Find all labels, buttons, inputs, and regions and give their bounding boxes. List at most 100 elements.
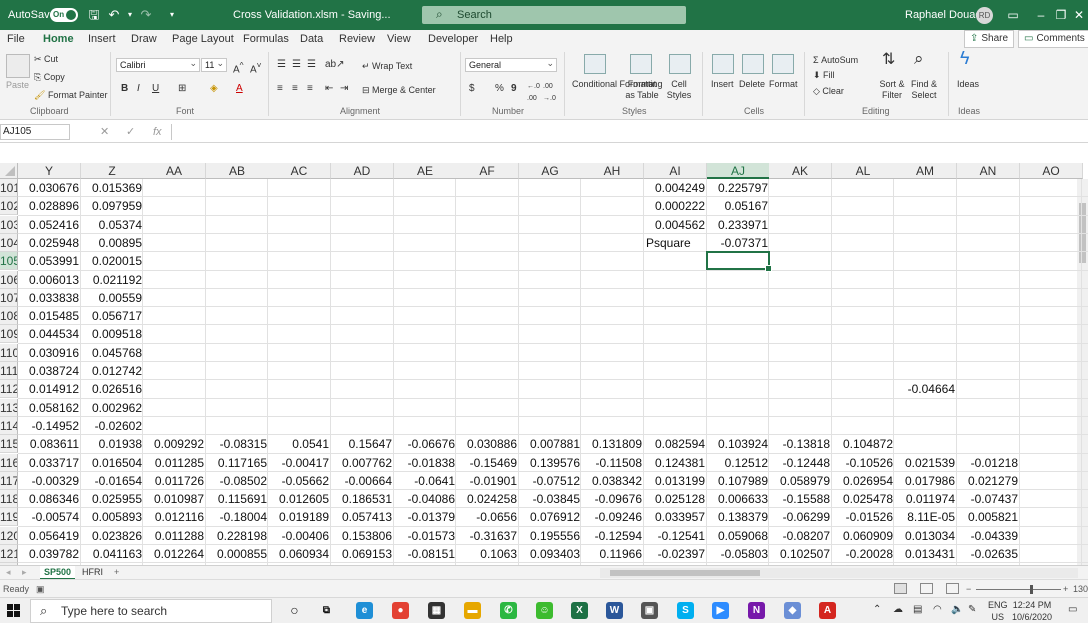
cell-z113[interactable]: 0.002962 [81,399,144,417]
close-icon[interactable]: ✕ [1068,0,1088,30]
cell-z120[interactable]: 0.023826 [81,527,144,545]
align-middle-icon[interactable]: ☰ [292,59,301,71]
cell-z102[interactable]: 0.097959 [81,197,144,215]
column-header-z[interactable]: Z [81,163,144,179]
customize-qat-icon[interactable]: ▾ [164,7,180,23]
sort-filter-icon[interactable]: ⇅ [882,52,895,68]
cell-ac119[interactable]: 0.019189 [268,508,331,526]
cell-ae118[interactable]: -0.04086 [394,490,457,508]
cell-an118[interactable]: -0.07437 [957,490,1020,508]
cell-aa117[interactable]: 0.011726 [143,472,206,490]
cell-af116[interactable]: -0.15469 [456,454,519,472]
row-header[interactable]: 116 [0,454,18,472]
horizontal-scrollbar[interactable] [600,568,1078,578]
share-button[interactable]: ⇪ Share [964,30,1015,48]
save-icon[interactable]: 🖫 [86,7,102,23]
cell-ah120[interactable]: -0.12594 [581,527,644,545]
column-header-am[interactable]: AM [894,163,957,179]
zoom-slider-thumb[interactable] [1030,585,1033,594]
row-header[interactable]: 114 [0,417,18,435]
column-header-ad[interactable]: AD [331,163,394,179]
increase-indent-icon[interactable]: ⇥ [340,83,348,95]
cell-al118[interactable]: 0.025478 [832,490,895,508]
row-header[interactable]: 120 [0,527,18,545]
search-box[interactable]: ⌕ Search [422,6,686,24]
cell-aj118[interactable]: 0.006633 [707,490,770,508]
cell-ai116[interactable]: 0.124381 [644,454,707,472]
cell-af115[interactable]: 0.030886 [456,435,519,453]
column-header-aa[interactable]: AA [143,163,206,179]
onedrive-icon[interactable]: ☁ [893,604,903,616]
row-header[interactable]: 102 [0,197,18,215]
add-sheet-button[interactable]: + [110,566,123,580]
cell-ai119[interactable]: 0.033957 [644,508,707,526]
next-sheet-icon[interactable]: ▸ [22,566,27,579]
cell-z112[interactable]: 0.026516 [81,380,144,398]
wifi-icon[interactable]: ◠ [933,604,942,616]
cell-ad117[interactable]: -0.00664 [331,472,394,490]
cell-z103[interactable]: 0.05374 [81,216,144,234]
tab-formulas[interactable]: Formulas [243,30,289,48]
tab-help[interactable]: Help [490,30,513,48]
copy-button[interactable]: ⎘ Copy [34,72,65,83]
cell-z104[interactable]: 0.00895 [81,234,144,252]
minimize-icon[interactable]: – [1030,0,1052,30]
align-center-icon[interactable]: ≡ [292,83,298,95]
column-header-aj[interactable]: AJ [707,163,770,179]
conditional-formatting-icon[interactable] [584,54,606,74]
insert-cells-button[interactable]: Insert [711,79,734,90]
cell-y110[interactable]: 0.030916 [18,344,81,362]
cell-ag120[interactable]: 0.195556 [519,527,582,545]
tray-overflow-icon[interactable]: ⌃ [873,604,881,616]
cell-af117[interactable]: -0.01901 [456,472,519,490]
cell-y107[interactable]: 0.033838 [18,289,81,307]
tab-developer[interactable]: Developer [428,30,478,48]
cell-y101[interactable]: 0.030676 [18,179,81,197]
cell-ae117[interactable]: -0.0641 [394,472,457,490]
cell-ai102[interactable]: 0.000222 [644,197,707,215]
column-header-ak[interactable]: AK [769,163,832,179]
merge-center-button[interactable]: ⊟ Merge & Center [362,85,436,96]
cell-ae121[interactable]: -0.08151 [394,545,457,563]
cell-ag117[interactable]: -0.07512 [519,472,582,490]
column-header-ag[interactable]: AG [519,163,582,179]
row-header[interactable]: 108 [0,307,18,325]
row-header[interactable]: 103 [0,216,18,234]
fill-button[interactable]: ⬇ Fill [813,70,835,81]
task-view-icon[interactable]: ⧉ [318,602,335,619]
cell-an119[interactable]: 0.005821 [957,508,1020,526]
cell-z111[interactable]: 0.012742 [81,362,144,380]
sheet-tab-sp500[interactable]: SP500 [40,566,76,580]
clear-button[interactable]: ◇ Clear [813,86,844,97]
cell-ai103[interactable]: 0.004562 [644,216,707,234]
enter-icon[interactable]: ✓ [126,124,135,140]
delete-cells-icon[interactable] [742,54,764,74]
notifications-icon[interactable]: ▭ [1068,604,1077,616]
store-icon[interactable]: ▦ [428,602,445,619]
cell-ad119[interactable]: 0.057413 [331,508,394,526]
column-header-af[interactable]: AF [456,163,519,179]
acrobat-icon[interactable]: A [819,602,836,619]
cell-aa121[interactable]: 0.012264 [143,545,206,563]
cell-ah119[interactable]: -0.09246 [581,508,644,526]
tab-insert[interactable]: Insert [88,30,116,48]
paste-icon[interactable] [6,54,30,78]
row-header[interactable]: 113 [0,399,18,417]
cell-z101[interactable]: 0.015369 [81,179,144,197]
prev-sheet-icon[interactable]: ◂ [6,566,11,579]
normal-view-icon[interactable] [894,583,907,594]
align-top-icon[interactable]: ☰ [277,59,286,71]
cell-aj103[interactable]: 0.233971 [707,216,770,234]
active-cell[interactable] [706,251,772,272]
cell-y116[interactable]: 0.033717 [18,454,81,472]
autosave-toggle[interactable]: On [50,8,78,22]
cell-af120[interactable]: -0.31637 [456,527,519,545]
insert-function-icon[interactable]: fx [153,124,162,140]
network-icon[interactable]: ▤ [913,604,922,616]
cell-al116[interactable]: -0.10526 [832,454,895,472]
ideas-button[interactable]: Ideas [957,79,979,90]
row-header[interactable]: 109 [0,325,18,343]
cell-ai101[interactable]: 0.004249 [644,179,707,197]
cell-z105[interactable]: 0.020015 [81,252,144,270]
tab-review[interactable]: Review [339,30,375,48]
